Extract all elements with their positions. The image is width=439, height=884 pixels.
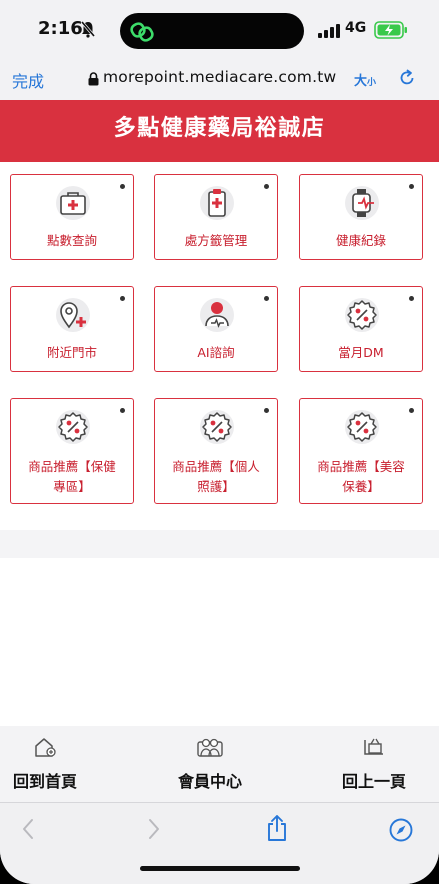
cell-signal-icon — [318, 23, 340, 42]
tile-monthly-dm[interactable]: 當月DM — [299, 286, 423, 372]
nav-home[interactable]: 回到首頁 — [8, 736, 82, 792]
tile-health-record[interactable]: 健康紀錄 — [299, 174, 423, 260]
tile-label: 附近門市 — [46, 345, 97, 360]
nav-label: 回到首頁 — [12, 772, 77, 791]
first-aid-kit-icon — [53, 183, 93, 223]
silent-bell-icon — [80, 20, 96, 42]
promo-badge-icon — [342, 407, 382, 447]
text-size-button[interactable]: 大小 — [354, 70, 376, 89]
status-time: 2:16 — [38, 18, 83, 39]
tile-dot — [264, 184, 269, 189]
tile-label: AI諮詢 — [197, 345, 235, 360]
tile-label: 商品推薦【保健 專區】 — [15, 457, 129, 497]
forward-icon[interactable] — [146, 817, 162, 845]
tile-label-line2: 照護】 — [197, 479, 235, 494]
tile-dot — [409, 408, 414, 413]
tile-prescription[interactable]: 處方籤管理 — [154, 174, 278, 260]
promo-badge-icon — [342, 295, 382, 335]
nav-label: 回上一頁 — [341, 772, 406, 791]
back-icon[interactable] — [20, 817, 36, 845]
home-indicator — [140, 866, 300, 871]
lock-icon — [88, 71, 99, 90]
tile-points-query[interactable]: 點數查詢 — [10, 174, 134, 260]
ai-consult-icon — [197, 295, 237, 335]
tile-nearby-stores[interactable]: 附近門市 — [10, 286, 134, 372]
phone-screen: 2:16 4G 完成 morepoint.mediacare.com.tw 大小… — [0, 0, 439, 884]
page-title: 多點健康藥局裕誠店 — [113, 116, 326, 141]
nav-label: 會員中心 — [177, 772, 242, 791]
tile-label: 點數查詢 — [46, 233, 97, 248]
link-rings-icon — [130, 21, 154, 47]
tile-dot — [120, 296, 125, 301]
tile-label: 商品推薦【個人 照護】 — [159, 457, 273, 497]
members-icon — [196, 738, 224, 762]
content-divider — [0, 530, 439, 558]
compass-icon[interactable] — [388, 817, 414, 847]
tile-dot — [264, 296, 269, 301]
nav-members[interactable]: 會員中心 — [170, 736, 250, 792]
url-field[interactable]: morepoint.mediacare.com.tw — [103, 68, 336, 86]
page-header: 多點健康藥局裕誠店 — [0, 100, 439, 162]
tile-label-line1: 商品推薦【個人 — [172, 459, 260, 474]
share-icon[interactable] — [266, 814, 288, 846]
prescription-clipboard-icon — [197, 183, 237, 223]
text-size-small: 小 — [367, 78, 377, 88]
promo-badge-icon — [197, 407, 237, 447]
location-pin-plus-icon — [53, 295, 93, 335]
tile-label: 當月DM — [338, 345, 384, 360]
bottom-nav: 回到首頁 會員中心 回上一頁 — [0, 726, 439, 802]
tile-label: 處方籤管理 — [184, 233, 248, 248]
tile-dot — [264, 408, 269, 413]
promo-badge-icon — [53, 407, 93, 447]
status-bar: 2:16 4G — [0, 0, 439, 60]
done-button[interactable]: 完成 — [12, 68, 44, 92]
tile-recommend-personal-care[interactable]: 商品推薦【個人 照護】 — [154, 398, 278, 504]
tile-recommend-beauty[interactable]: 商品推薦【美容 保養】 — [299, 398, 423, 504]
nav-back[interactable]: 回上一頁 — [334, 736, 414, 792]
tile-dot — [120, 184, 125, 189]
text-size-large: 大 — [354, 74, 368, 89]
back-cart-icon — [361, 738, 387, 762]
tile-ai-consult[interactable]: AI諮詢 — [154, 286, 278, 372]
tile-recommend-health[interactable]: 商品推薦【保健 專區】 — [10, 398, 134, 504]
browser-toolbar — [0, 802, 439, 884]
menu-grid: 點數查詢 處方籤管理 健康紀錄 附近門市 AI諮詢 當月DM 商品推薦【保健 專… — [0, 162, 439, 530]
tile-label-line2: 保養】 — [342, 479, 380, 494]
health-watch-icon — [342, 183, 382, 223]
tile-label-line1: 商品推薦【美容 — [317, 459, 405, 474]
tile-dot — [409, 184, 414, 189]
home-plus-icon — [33, 738, 57, 762]
empty-area — [0, 558, 439, 726]
battery-charging-icon — [374, 21, 408, 43]
tile-dot — [409, 296, 414, 301]
tile-label: 健康紀錄 — [335, 233, 386, 248]
tile-label-line2: 專區】 — [53, 479, 91, 494]
tile-label-line1: 商品推薦【保健 — [28, 459, 116, 474]
address-bar: 完成 morepoint.mediacare.com.tw 大小 — [0, 60, 439, 100]
network-type: 4G — [345, 20, 367, 36]
tile-label: 商品推薦【美容 保養】 — [304, 457, 418, 497]
tile-dot — [120, 408, 125, 413]
reload-icon[interactable] — [398, 69, 416, 91]
